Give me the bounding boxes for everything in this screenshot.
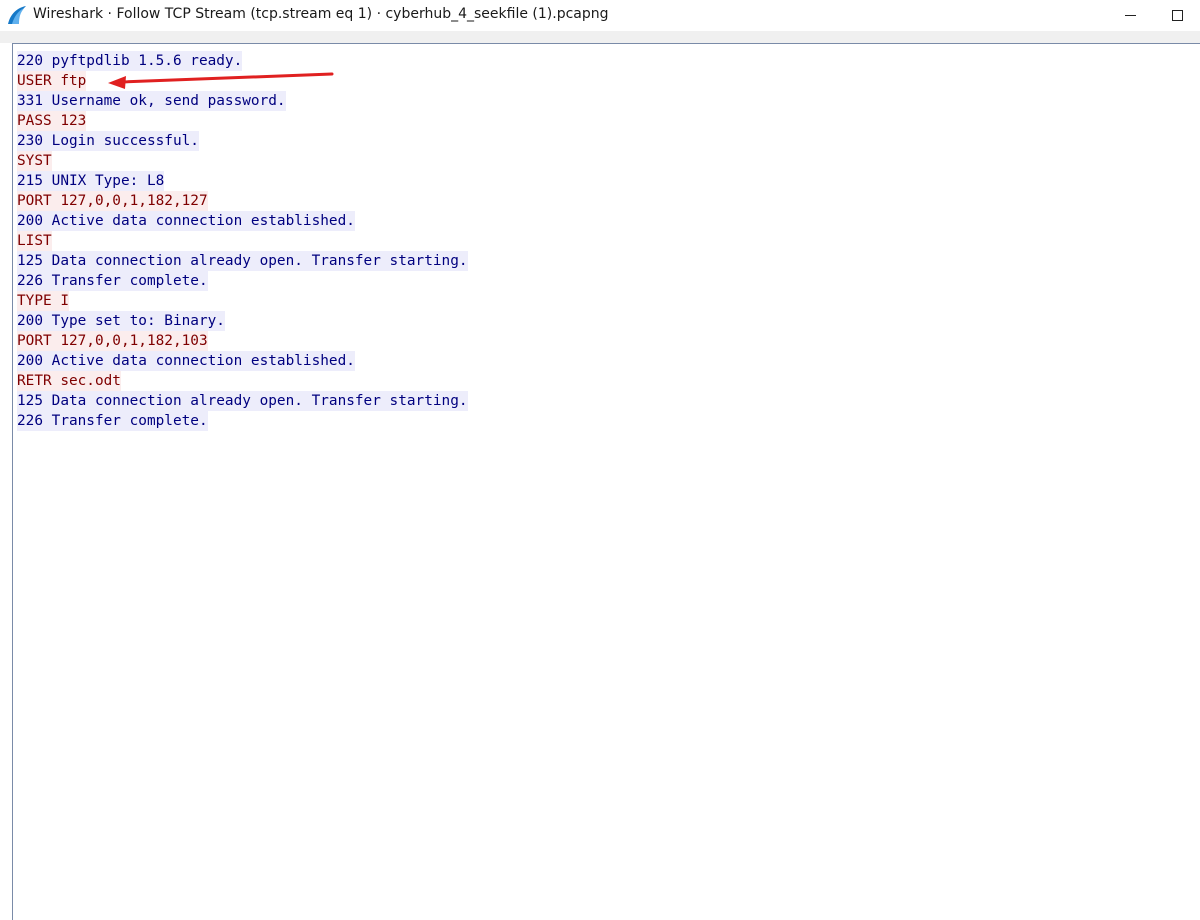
client-request-line: PORT 127,0,0,1,182,103 [17, 331, 208, 351]
server-response-line: 200 Active data connection established. [17, 351, 355, 371]
minimize-icon [1124, 15, 1136, 16]
server-response-line: 200 Active data connection established. [17, 211, 355, 231]
dialog-margin [0, 31, 1200, 43]
client-request-line: TYPE I [17, 291, 69, 311]
client-request-line: RETR sec.odt [17, 371, 121, 391]
client-request-line: LIST [17, 231, 52, 251]
maximize-button[interactable] [1154, 0, 1200, 31]
server-response-line: 226 Transfer complete. [17, 271, 208, 291]
server-response-line: 215 UNIX Type: L8 [17, 171, 165, 191]
server-response-line: 200 Type set to: Binary. [17, 311, 225, 331]
server-response-line: 125 Data connection already open. Transf… [17, 251, 468, 271]
server-response-line: 220 pyftpdlib 1.5.6 ready. [17, 51, 243, 71]
tcp-stream-text-view[interactable]: 220 pyftpdlib 1.5.6 ready. USER ftp 331 Us… [12, 43, 1200, 920]
client-request-line: SYST [17, 151, 52, 171]
client-request-line: PORT 127,0,0,1,182,127 [17, 191, 208, 211]
server-response-line: 226 Transfer complete. [17, 411, 208, 431]
maximize-icon [1171, 10, 1183, 21]
window-title: Wireshark · Follow TCP Stream (tcp.strea… [33, 6, 609, 22]
wireshark-fin-icon [6, 5, 28, 25]
server-response-line: 230 Login successful. [17, 131, 199, 151]
client-request-line: USER ftp [17, 71, 87, 91]
title-bar[interactable]: Wireshark · Follow TCP Stream (tcp.strea… [0, 0, 1200, 31]
client-request-line: PASS 123 [17, 111, 87, 131]
minimize-button[interactable] [1107, 0, 1153, 31]
server-response-line: 125 Data connection already open. Transf… [17, 391, 468, 411]
stream-content: 220 pyftpdlib 1.5.6 ready. USER ftp 331 Us… [17, 51, 468, 431]
server-response-line: 331 Username ok, send password. [17, 91, 286, 111]
